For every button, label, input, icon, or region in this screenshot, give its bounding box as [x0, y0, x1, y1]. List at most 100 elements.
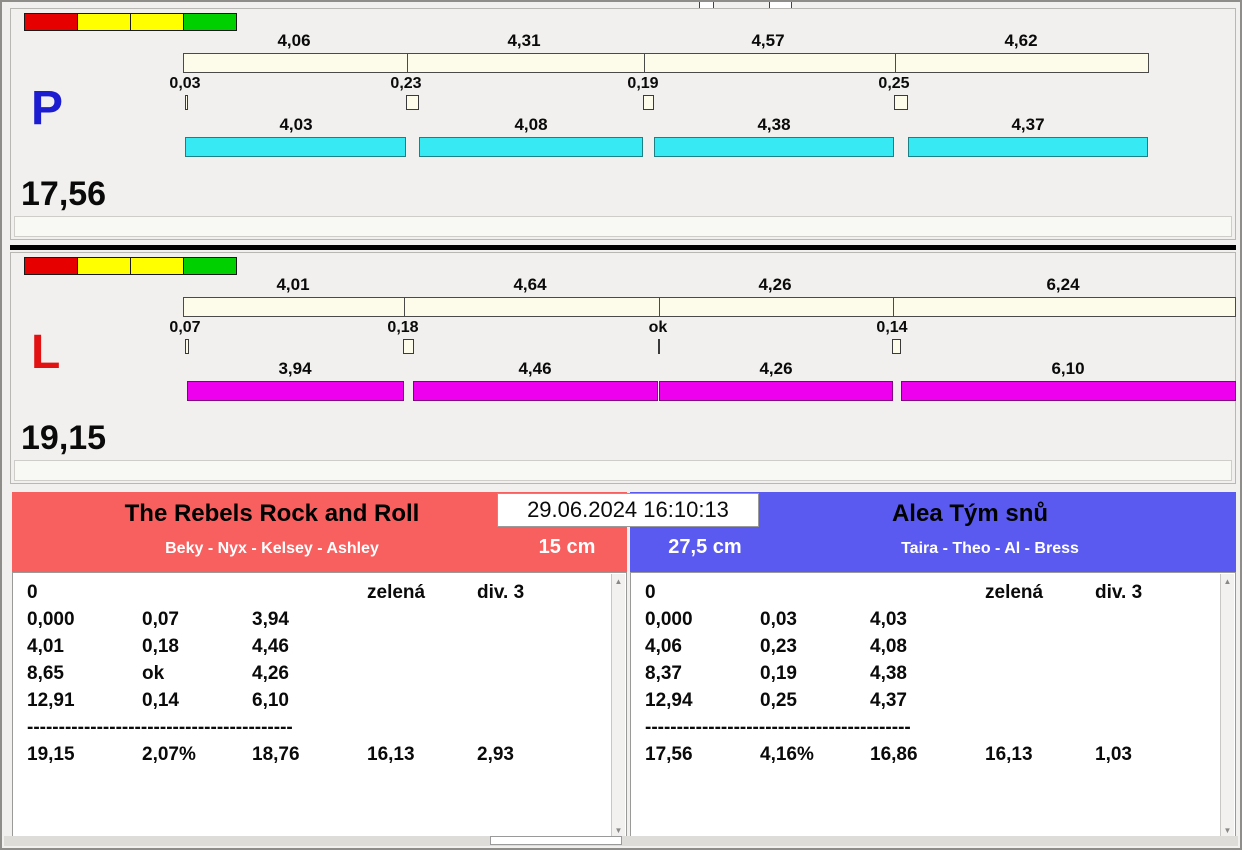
split-tick — [407, 54, 408, 72]
split-bar — [183, 53, 1149, 73]
cell: 17,56 — [645, 744, 693, 765]
crossover-label: 0,19 — [627, 75, 659, 92]
cell — [367, 687, 477, 714]
lane-total-time: 19,15 — [21, 419, 107, 457]
changeover-mark — [406, 95, 419, 110]
lane-letter: P — [31, 82, 64, 135]
cell: 0,000 — [645, 609, 693, 630]
cell: 12,94 — [645, 690, 693, 711]
cell: 16,13 — [985, 744, 1033, 765]
cell — [985, 660, 1095, 687]
cell — [1095, 660, 1213, 687]
run-time-label: 3,94 — [278, 359, 312, 378]
scrollbar[interactable]: ▲ ▼ — [1220, 574, 1234, 838]
separator-row: ----------------------------------------… — [645, 714, 1213, 741]
scroll-down-icon[interactable]: ▼ — [1221, 826, 1234, 835]
run-time-label: 4,03 — [279, 115, 313, 134]
team-results-panel-right: 0 zelená div. 3 0,000 0,03 4,03 4,06 0,2… — [630, 572, 1236, 840]
bottom-status-band — [4, 836, 1238, 846]
cell — [367, 606, 477, 633]
table-row: 0,000 0,03 4,03 — [645, 606, 1213, 633]
lane-status-strip — [14, 216, 1232, 237]
cell — [477, 687, 604, 714]
bottom-status-box — [490, 836, 622, 845]
cell: 4,37 — [870, 690, 907, 711]
cell: 3,94 — [252, 609, 289, 630]
cell: 0,03 — [760, 609, 797, 630]
changeover-mark — [658, 339, 660, 354]
cell: 4,46 — [252, 636, 289, 657]
changeover-mark — [185, 95, 188, 110]
cell — [985, 687, 1095, 714]
cell: ok — [142, 663, 165, 684]
status-row: 0 zelená div. 3 — [645, 579, 1213, 606]
table-row: 4,06 0,23 4,08 — [645, 633, 1213, 660]
split-time-label: 4,57 — [751, 31, 785, 50]
run-bar — [908, 137, 1148, 157]
lane-total-time: 17,56 — [21, 175, 107, 213]
table-row: 4,01 0,18 4,46 — [27, 633, 604, 660]
cell: 4,16% — [760, 744, 814, 765]
cell: 4,03 — [870, 609, 907, 630]
scroll-up-icon[interactable]: ▲ — [612, 577, 625, 586]
team-name: The Rebels Rock and Roll — [124, 500, 420, 527]
cell: 4,26 — [252, 663, 289, 684]
split-time-label: 6,24 — [1046, 275, 1080, 294]
results-table: 0 zelená div. 3 0,000 0,07 3,94 4,01 0,1… — [27, 579, 604, 833]
table-row: 8,65 ok 4,26 — [27, 660, 604, 687]
cell — [477, 606, 604, 633]
run-bar — [187, 381, 404, 401]
split-time-label: 4,06 — [277, 31, 311, 50]
changeover-mark — [892, 339, 901, 354]
run-bar — [185, 137, 406, 157]
race-timestamp: 29.06.2024 16:10:13 — [497, 493, 759, 527]
light-yellow2-icon — [130, 13, 184, 31]
jump-height: 15 cm — [538, 536, 596, 558]
cell: 0 — [645, 582, 656, 603]
table-row: 8,37 0,19 4,38 — [645, 660, 1213, 687]
split-time-label: 4,26 — [758, 275, 792, 294]
changeover-mark — [643, 95, 654, 110]
cell — [142, 579, 252, 606]
split-time-label: 4,01 — [276, 275, 310, 294]
light-red-icon — [24, 13, 78, 31]
lane-letter: L — [31, 326, 61, 379]
team-results-panel-left: 0 zelená div. 3 0,000 0,07 3,94 4,01 0,1… — [12, 572, 627, 840]
jump-height: 27,5 cm — [668, 536, 742, 558]
cell: 4,08 — [870, 636, 907, 657]
scroll-down-icon[interactable]: ▼ — [612, 826, 625, 835]
changeover-mark — [185, 339, 189, 354]
crossover-label: 0,03 — [169, 75, 201, 92]
separator-row: ----------------------------------------… — [27, 714, 604, 741]
scrollbar[interactable]: ▲ ▼ — [611, 574, 625, 838]
cell: 4,06 — [645, 636, 682, 657]
light-yellow2-icon — [130, 257, 184, 275]
light-red-icon — [24, 257, 78, 275]
summary-row: 19,15 2,07% 18,76 16,13 2,93 — [27, 741, 604, 768]
cell — [252, 579, 367, 606]
cell: 6,10 — [252, 690, 289, 711]
cell: 0,19 — [760, 663, 797, 684]
cell — [985, 633, 1095, 660]
cell: 4,01 — [27, 636, 64, 657]
cell: 2,93 — [477, 744, 514, 765]
run-time-label: 4,26 — [759, 359, 793, 378]
changeover-mark — [894, 95, 908, 110]
cell: 0,18 — [142, 636, 179, 657]
separator-dashes: ----------------------------------------… — [645, 717, 911, 738]
cell: 0,23 — [760, 636, 797, 657]
run-bar — [413, 381, 658, 401]
cell: 0,07 — [142, 609, 179, 630]
split-time-label: 4,62 — [1004, 31, 1038, 50]
cell: div. 3 — [477, 582, 525, 603]
table-row: 12,91 0,14 6,10 — [27, 687, 604, 714]
split-time-label: 4,31 — [507, 31, 541, 50]
lane-divider — [10, 245, 1236, 250]
light-yellow1-icon — [77, 257, 131, 275]
cell — [1095, 606, 1213, 633]
lane-chart: 4,06 4,31 4,57 4,62 0,03 0,23 0,19 0,25 … — [169, 9, 1237, 209]
table-row: 0,000 0,07 3,94 — [27, 606, 604, 633]
scroll-up-icon[interactable]: ▲ — [1221, 577, 1234, 586]
team-name: Alea Tým snů — [891, 500, 1049, 527]
separator-dashes: ----------------------------------------… — [27, 717, 293, 738]
